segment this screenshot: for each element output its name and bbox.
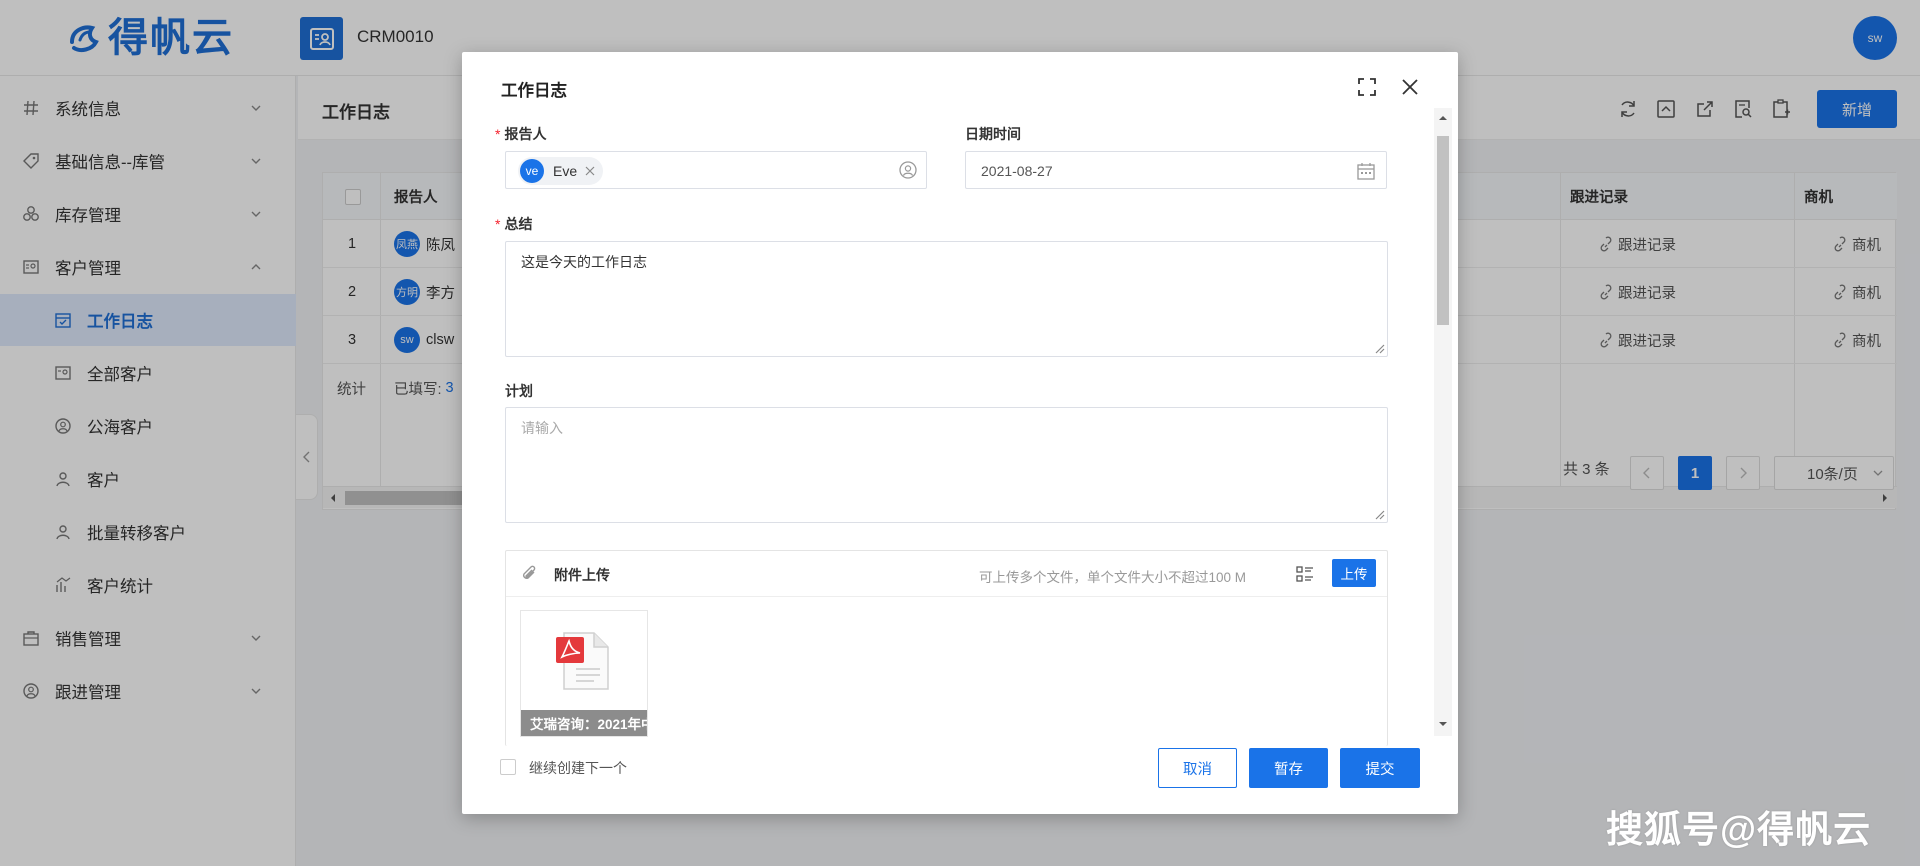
work-log-modal: 工作日志 *报告人 ve Eve 日期时间 2021-08-27 *总结 这是今… — [462, 52, 1458, 814]
save-draft-button[interactable]: 暂存 — [1249, 748, 1328, 788]
continue-create-label: 继续创建下一个 — [529, 758, 627, 778]
calendar-icon[interactable] — [1356, 161, 1376, 181]
attachment-panel: 附件上传 可上传多个文件，单个文件大小不超过100 M 上传 艾瑞咨询：2021… — [505, 550, 1388, 746]
file-name: 艾瑞咨询：2021年中国企业级SaaS行业研究报告.pdf — [521, 710, 648, 736]
close-icon[interactable] — [1399, 76, 1421, 98]
datetime-value: 2021-08-27 — [981, 163, 1053, 179]
attachment-title: 附件上传 — [554, 565, 610, 585]
summary-textarea[interactable]: 这是今天的工作日志 — [505, 241, 1388, 357]
close-icon[interactable] — [585, 166, 595, 176]
user-circle-icon[interactable] — [898, 160, 918, 180]
continue-create-checkbox[interactable] — [500, 759, 516, 775]
plan-label: 计划 — [505, 381, 533, 401]
summary-label: *总结 — [495, 214, 532, 234]
fullscreen-icon[interactable] — [1356, 76, 1378, 98]
modal-title: 工作日志 — [501, 77, 567, 101]
required-mark: * — [495, 216, 500, 232]
pdf-file-icon — [554, 631, 614, 693]
reporter-label: *报告人 — [495, 124, 546, 144]
paperclip-icon — [520, 564, 540, 584]
watermark: 搜狐号@得帆云 — [1606, 799, 1871, 853]
scroll-up-icon[interactable] — [1438, 114, 1448, 122]
file-card[interactable]: 艾瑞咨询：2021年中国企业级SaaS行业研究报告.pdf — [520, 610, 648, 737]
plan-textarea[interactable]: 请输入 — [505, 407, 1388, 523]
avatar: ve — [520, 159, 544, 183]
required-mark: * — [495, 126, 500, 142]
datetime-field[interactable]: 2021-08-27 — [965, 151, 1387, 189]
vertical-scroll-thumb[interactable] — [1437, 136, 1449, 325]
list-view-icon[interactable] — [1295, 564, 1315, 584]
modal-vertical-scrollbar[interactable] — [1434, 108, 1452, 736]
summary-value: 这是今天的工作日志 — [521, 252, 647, 272]
scroll-down-icon[interactable] — [1438, 720, 1448, 728]
reporter-tag-name: Eve — [553, 163, 577, 179]
reporter-field[interactable]: ve Eve — [505, 151, 927, 189]
attachment-header: 附件上传 可上传多个文件，单个文件大小不超过100 M 上传 — [506, 551, 1388, 597]
resize-handle-icon[interactable] — [1373, 508, 1385, 520]
submit-button[interactable]: 提交 — [1340, 748, 1420, 788]
cancel-button[interactable]: 取消 — [1158, 748, 1237, 788]
attachment-hint: 可上传多个文件，单个文件大小不超过100 M — [979, 566, 1246, 586]
datetime-label: 日期时间 — [965, 124, 1021, 144]
upload-button[interactable]: 上传 — [1332, 559, 1376, 587]
resize-handle-icon[interactable] — [1373, 342, 1385, 354]
reporter-tag: ve Eve — [518, 157, 603, 185]
plan-placeholder: 请输入 — [521, 418, 563, 438]
